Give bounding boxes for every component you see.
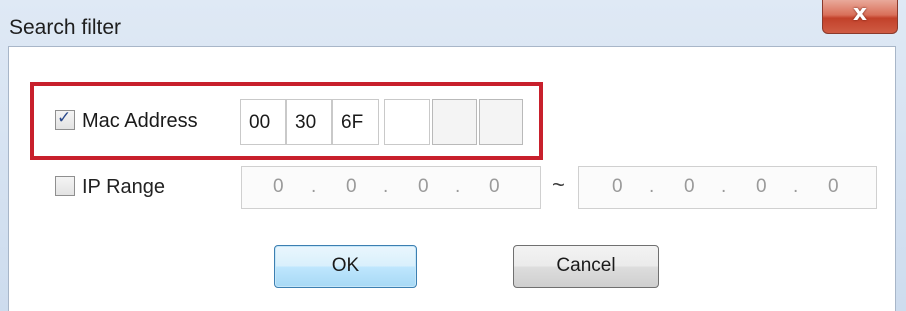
ip-range-end-field[interactable]: 0 . 0 . 0 . 0 — [578, 166, 877, 209]
mac-octet-1[interactable]: 00 — [240, 99, 286, 145]
ok-button[interactable]: OK — [274, 245, 417, 288]
ip-start-octet-1: 0 — [273, 176, 284, 197]
ip-start-octet-2: 0 — [346, 176, 357, 197]
mac-address-checkbox[interactable]: ✓ — [55, 108, 75, 130]
ip-range-checkbox[interactable] — [55, 176, 75, 196]
ip-end-octet-4: 0 — [828, 176, 839, 197]
ip-range-label: IP Range — [82, 176, 166, 198]
ip-end-dot-3: . — [793, 176, 799, 197]
close-icon: x — [852, 1, 868, 26]
ip-end-octet-2: 0 — [684, 176, 695, 197]
title-bar[interactable]: Search filter x — [0, 0, 906, 46]
mac-octet-6[interactable] — [479, 99, 523, 145]
window-title: Search filter — [9, 16, 122, 39]
mac-octet-4[interactable] — [384, 99, 430, 145]
mac-octet-3[interactable]: 6F — [332, 99, 379, 145]
ip-start-dot-2: . — [383, 176, 389, 197]
ip-start-octet-3: 0 — [418, 176, 429, 197]
ip-start-dot-3: . — [455, 176, 461, 197]
mac-address-label: Mac Address — [82, 110, 198, 132]
check-icon: ✓ — [57, 108, 72, 128]
ip-end-octet-1: 0 — [612, 176, 623, 197]
close-button[interactable]: x — [822, 0, 898, 34]
range-separator: ~ — [552, 172, 565, 197]
ip-start-dot-1: . — [311, 176, 317, 197]
ip-start-octet-4: 0 — [489, 176, 500, 197]
search-filter-dialog: Search filter x ✓ Mac Address 00 30 6F I… — [0, 0, 906, 311]
mac-octet-2[interactable]: 30 — [286, 99, 332, 145]
ip-end-dot-2: . — [721, 176, 727, 197]
ip-range-start-field[interactable]: 0 . 0 . 0 . 0 — [241, 166, 541, 209]
ip-end-octet-3: 0 — [756, 176, 767, 197]
cancel-button[interactable]: Cancel — [513, 245, 659, 288]
ip-end-dot-1: . — [649, 176, 655, 197]
mac-octet-5[interactable] — [432, 99, 477, 145]
